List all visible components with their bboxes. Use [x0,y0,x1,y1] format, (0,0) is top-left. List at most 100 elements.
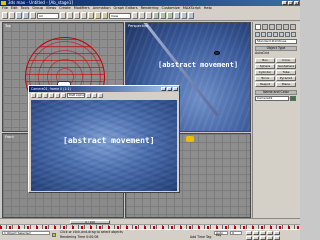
save-bitmap-icon[interactable] [86,93,91,98]
object-name-field[interactable]: Camera01 [255,96,289,101]
auto-key-button[interactable]: Auto Key [214,231,228,237]
unlink-icon[interactable] [23,12,29,19]
viewport-label-top[interactable]: Top [5,24,11,28]
cameras-icon[interactable] [273,32,278,37]
channel-dropdown[interactable]: RGB Alpha [67,93,85,98]
previous-frame-icon[interactable] [253,231,259,235]
pivot-icon[interactable] [214,51,220,55]
render-window-toolbar: RGB Alpha [29,92,179,99]
create-tab-icon[interactable] [255,24,261,30]
select-object-icon[interactable] [60,12,66,19]
render-scene-icon[interactable] [181,12,187,19]
display-tab-icon[interactable] [283,24,289,30]
curve-editor-icon[interactable] [160,12,166,19]
modify-tab-icon[interactable] [262,24,268,30]
link-icon[interactable] [16,12,22,19]
shapes-icon[interactable] [261,32,266,37]
bind-space-warp-icon[interactable] [30,12,36,19]
tube-button[interactable]: Tube [276,70,296,75]
render-window-titlebar[interactable]: Camera01, frame 0 (1:1) [29,86,179,92]
render-maximize-button[interactable] [167,87,172,91]
add-time-tag[interactable]: Add Time Tag [190,235,211,239]
clear-icon[interactable] [61,93,66,98]
rollout-name-color[interactable]: Name and Color [255,90,297,95]
category-dropdown[interactable]: Standard Primitives [255,39,297,44]
move-icon[interactable] [88,12,94,19]
clone-window-icon[interactable] [92,93,97,98]
viewport-label-perspective[interactable]: Perspective [128,24,148,28]
window-crossing-icon[interactable] [81,12,87,19]
redo-icon[interactable] [9,12,15,19]
prompt-line: Click or click-and-drag to select object… [60,230,123,234]
render-minimize-button[interactable] [161,87,166,91]
geosphere-button[interactable]: GeoSphere [276,64,296,69]
zoom-icon[interactable] [246,236,252,240]
layer-manager-icon[interactable] [153,12,159,19]
selection-status: 1 Object Selected [2,231,50,235]
application-window: 3ds max - Untitled - [Ab_stage1] _ □ × F… [0,0,300,240]
rendered-frame-window[interactable]: Camera01, frame 0 (1:1) RGB Alpha [abstr… [28,85,180,193]
close-button[interactable]: × [294,1,299,5]
teapot-button[interactable]: Teapot [255,82,275,87]
render-window-title: Camera01, frame 0 (1:1) [31,87,71,91]
rectangular-selection-icon[interactable] [74,12,80,19]
command-panel: Standard Primitives Object Type AutoGrid… [252,22,300,218]
pyramid-button[interactable]: Pyramid [276,76,296,81]
utilities-tab-icon[interactable] [290,24,296,30]
maximize-button[interactable]: □ [288,1,293,5]
maximize-viewport-icon[interactable] [274,236,280,240]
orbit-icon[interactable] [267,236,273,240]
red-channel-icon[interactable] [31,93,36,98]
scale-icon[interactable] [102,12,108,19]
helpers-icon[interactable] [279,32,284,37]
reference-coordinate-dropdown[interactable]: View [109,12,131,19]
select-by-name-icon[interactable] [67,12,73,19]
current-frame-field[interactable]: 0 [230,231,242,235]
perspective-caption: [abstract movement] [158,61,239,69]
autogrid-checkbox[interactable]: AutoGrid [255,51,297,57]
render-close-button[interactable] [173,87,178,91]
green-channel-icon[interactable] [37,93,42,98]
sphere-button[interactable]: Sphere [255,64,275,69]
pivot-center-icon[interactable] [132,12,138,19]
quick-render-icon[interactable] [188,12,194,19]
material-editor-icon[interactable] [174,12,180,19]
cone-button[interactable]: Cone [276,58,296,63]
plane-button[interactable]: Plane [276,82,296,87]
go-to-end-icon[interactable] [274,231,280,235]
undo-icon[interactable] [2,12,8,19]
rendering-time: Rendering Time 0:00:08 [60,235,99,239]
object-color-swatch[interactable] [290,96,296,101]
pan-icon[interactable] [260,236,266,240]
lock-selection-icon[interactable] [52,233,56,237]
viewport-label-front[interactable]: Front [5,135,14,139]
print-icon[interactable] [98,93,103,98]
render-canvas: [abstract movement] [31,100,177,191]
space-warps-icon[interactable] [285,32,290,37]
box-button[interactable]: Box [255,58,275,63]
blue-channel-icon[interactable] [43,93,48,98]
minimize-button[interactable]: _ [282,1,287,5]
go-to-start-icon[interactable] [246,231,252,235]
rotate-icon[interactable] [95,12,101,19]
play-icon[interactable] [260,231,266,235]
mirror-icon[interactable] [139,12,145,19]
schematic-view-icon[interactable] [167,12,173,19]
cylinder-button[interactable]: Cylinder [255,70,275,75]
light-icon[interactable] [186,136,194,142]
align-icon[interactable] [146,12,152,19]
geometry-icon[interactable] [255,32,260,37]
systems-icon[interactable] [291,32,296,37]
lights-icon[interactable] [267,32,272,37]
zoom-all-icon[interactable] [253,236,259,240]
hierarchy-tab-icon[interactable] [269,24,275,30]
torus-button[interactable]: Torus [255,76,275,81]
alpha-channel-icon[interactable] [49,93,54,98]
viewport-navigation [246,236,280,240]
monochrome-icon[interactable] [55,93,60,98]
selection-filter-dropdown[interactable]: All [37,12,59,19]
render-window-controls [161,87,178,91]
command-panel-tabs [255,24,298,30]
motion-tab-icon[interactable] [276,24,282,30]
next-frame-icon[interactable] [267,231,273,235]
